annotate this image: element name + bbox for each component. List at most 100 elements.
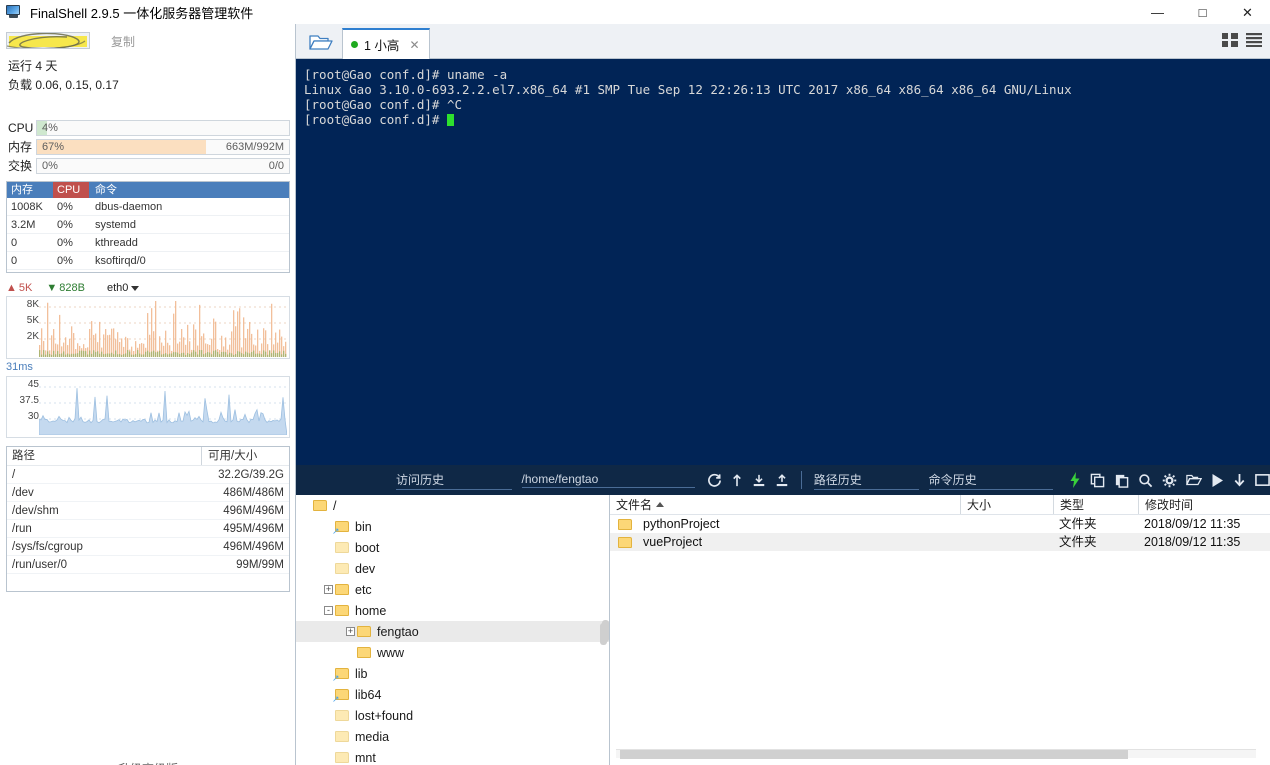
process-row[interactable]: 0 0% ksoftirqd/0: [7, 252, 289, 270]
tree-node-label: fengtao: [377, 624, 419, 639]
process-header-memory[interactable]: 内存: [7, 182, 53, 198]
file-list-horizontal-scrollbar[interactable]: [616, 749, 1256, 759]
tree-node-fengtao[interactable]: + fengtao: [296, 621, 609, 642]
file-list-header-modified[interactable]: 修改时间: [1138, 495, 1270, 514]
tree-expander-collapse-icon[interactable]: -: [324, 606, 333, 615]
download-file-icon[interactable]: [752, 473, 766, 488]
tree-node-boot[interactable]: boot: [296, 537, 609, 558]
swap-meter-percent: 0%: [42, 159, 58, 172]
uptime-text: 运行 4 天: [8, 59, 58, 73]
disk-row[interactable]: /dev 486M/486M: [7, 484, 289, 502]
server-monitor-panel: 复制 运行 4 天 负载 0.06, 0.15, 0.17 CPU 4% 内存 …: [0, 24, 296, 765]
process-table[interactable]: 内存 CPU 命令 1008K 0% dbus-daemon 3.2M 0% system…: [6, 181, 290, 273]
paste-icon[interactable]: [1114, 473, 1129, 488]
folder-icon: [357, 646, 372, 659]
close-button[interactable]: ✕: [1225, 0, 1270, 24]
network-upload-value: 5K: [18, 282, 33, 294]
tree-expander-expand-icon[interactable]: +: [346, 627, 355, 636]
tab-close-icon[interactable]: ✕: [409, 38, 419, 52]
app-logo-icon: [5, 4, 23, 20]
tree-node-lost-found[interactable]: lost+found: [296, 705, 609, 726]
folder-icon: [335, 730, 350, 743]
search-icon[interactable]: [1138, 473, 1153, 488]
tree-expander-expand-icon[interactable]: +: [324, 585, 333, 594]
upgrade-premium-link[interactable]: 升级高级版: [0, 760, 296, 765]
process-memory: 0: [11, 237, 18, 249]
copy-icon[interactable]: [1090, 473, 1105, 488]
terminal-tab-1[interactable]: 1 小高 ✕: [342, 28, 430, 59]
folder-icon: [335, 583, 350, 596]
process-header-cpu[interactable]: CPU: [53, 182, 89, 198]
disk-row[interactable]: /dev/shm 496M/496M: [7, 502, 289, 520]
open-folder-icon[interactable]: [1186, 473, 1202, 487]
lightning-icon[interactable]: [1069, 472, 1081, 488]
swap-meter-row: 交换 0% 0/0: [8, 157, 290, 174]
minimize-button[interactable]: —: [1135, 0, 1180, 24]
symlink-icon: ↗: [332, 672, 340, 683]
file-list-header-type[interactable]: 类型: [1053, 495, 1138, 514]
play-icon[interactable]: [1211, 473, 1224, 488]
grid-layout-icon[interactable]: [1222, 33, 1238, 50]
file-list-scroll-thumb[interactable]: [620, 750, 1128, 759]
tree-node-dev[interactable]: dev: [296, 558, 609, 579]
ping-y-label-2: 30: [27, 411, 39, 422]
tree-node-media[interactable]: media: [296, 726, 609, 747]
tree-node-lib64[interactable]: ↗ lib64: [296, 684, 609, 705]
file-type-cell: 文件夹: [1059, 517, 1097, 531]
tree-node-lib[interactable]: ↗ lib: [296, 663, 609, 684]
remote-file-tree[interactable]: / ↗ bin boot dev + etc - home + fengtao www ↗ lib ↗ lib…: [296, 495, 610, 765]
tree-node-label: media: [355, 729, 390, 744]
network-y-label-0: 8K: [26, 299, 39, 310]
process-row[interactable]: 1008K 0% dbus-daemon: [7, 198, 289, 216]
open-folder-icon[interactable]: [308, 32, 334, 52]
visit-history-field[interactable]: 访问历史: [396, 471, 512, 490]
swap-meter-value: 0/0: [268, 159, 284, 172]
file-list-header-name[interactable]: 文件名: [610, 495, 960, 514]
tree-node-home[interactable]: - home: [296, 600, 609, 621]
window-icon[interactable]: [1255, 473, 1270, 487]
terminal-output[interactable]: [root@Gao conf.d]# uname -a Linux Gao 3.…: [296, 59, 1270, 465]
tree-node--[interactable]: /: [296, 495, 609, 516]
host-ip-field[interactable]: [6, 32, 90, 49]
disk-path: /run/user/0: [12, 559, 67, 571]
file-row[interactable]: pythonProject 文件夹 2018/09/12 11:35: [610, 515, 1270, 533]
terminal-tabbar: 1 小高 ✕: [296, 24, 1270, 59]
upload-file-icon[interactable]: [775, 473, 789, 488]
network-interface-selector[interactable]: eth0: [107, 282, 140, 294]
disk-header-usage[interactable]: 可用/大小: [201, 447, 289, 465]
list-layout-icon[interactable]: [1246, 33, 1262, 50]
file-list-header-size[interactable]: 大小: [960, 495, 1053, 514]
file-row[interactable]: vueProject 文件夹 2018/09/12 11:35: [610, 533, 1270, 551]
remote-file-list[interactable]: 文件名 大小 类型 修改时间 pythonProject 文件夹 2018/09/1…: [610, 495, 1270, 765]
memory-meter-value: 663M/992M: [225, 140, 284, 153]
gear-icon[interactable]: [1162, 473, 1177, 488]
tree-node-bin[interactable]: ↗ bin: [296, 516, 609, 537]
disk-row[interactable]: /sys/fs/cgroup 496M/496M: [7, 538, 289, 556]
download-icon[interactable]: [1233, 473, 1246, 488]
terminal-prompt-line: [root@Gao conf.d]#: [304, 112, 1270, 127]
file-size-cell: [960, 533, 1053, 551]
go-up-icon[interactable]: [731, 473, 743, 488]
current-path-field[interactable]: /home/fengtao: [521, 472, 695, 488]
command-history-field[interactable]: 命令历史: [928, 471, 1053, 490]
process-row[interactable]: 3.2M 0% systemd: [7, 216, 289, 234]
refresh-icon[interactable]: [707, 473, 722, 488]
maximize-button[interactable]: □: [1180, 0, 1225, 24]
folder-icon: [618, 536, 633, 548]
disk-row[interactable]: /run 495M/496M: [7, 520, 289, 538]
path-history-field[interactable]: 路径历史: [813, 471, 919, 490]
tree-node-mnt[interactable]: mnt: [296, 747, 609, 765]
copy-ip-button[interactable]: 复制: [111, 33, 135, 50]
process-header-command[interactable]: 命令: [89, 182, 289, 198]
tree-node-label: www: [377, 645, 405, 660]
memory-meter-track: 67% 663M/992M: [36, 138, 290, 155]
tree-node-etc[interactable]: + etc: [296, 579, 609, 600]
disk-usage-table: 路径 可用/大小 / 32.2G/39.2G/dev 486M/486M/dev/s…: [6, 446, 290, 592]
tree-node-www[interactable]: www: [296, 642, 609, 663]
tree-scroll-thumb-secondary[interactable]: [602, 620, 609, 642]
disk-header-path[interactable]: 路径: [7, 447, 201, 465]
disk-row[interactable]: / 32.2G/39.2G: [7, 466, 289, 484]
process-row[interactable]: 0 0% kthreadd: [7, 234, 289, 252]
tree-expander-slot: [300, 495, 313, 516]
disk-row[interactable]: /run/user/0 99M/99M: [7, 556, 289, 574]
